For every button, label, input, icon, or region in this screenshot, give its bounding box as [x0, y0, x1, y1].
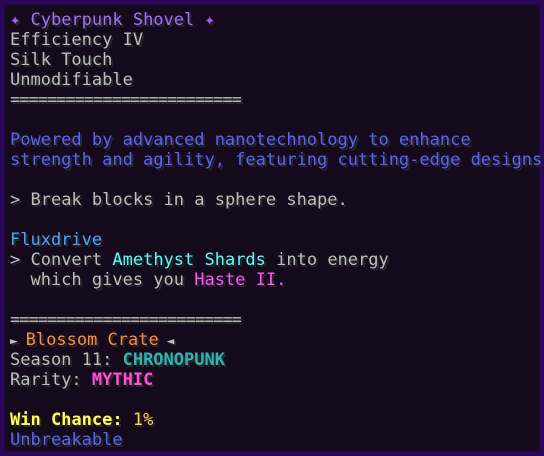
convert-prefix: Convert: [30, 250, 113, 270]
rarity-value: MYTHIC: [91, 370, 154, 390]
win-chance-line: Win Chance: 1%: [10, 410, 153, 430]
convert-suffix: into energy: [265, 250, 389, 270]
description-line-2: strength and agility, featuring cutting-…: [10, 150, 544, 170]
item-tooltip: ✦ Cyberpunk Shovel ✦ Efficiency IV Silk …: [0, 0, 544, 456]
sparkle-icon: ✦: [194, 10, 215, 30]
win-chance-label: Win Chance:: [10, 410, 133, 430]
ability-text: Break blocks in a sphere shape.: [30, 190, 348, 210]
fluxdrive-convert-line: > Convert Amethyst Shards into energy: [10, 250, 389, 270]
gives-prefix: which gives you: [10, 270, 195, 290]
crate-line: ► Blossom Crate ◄: [10, 330, 174, 352]
effect-name: Haste II: [194, 270, 277, 290]
season-line: Season 11: CHRONOPUNK: [10, 350, 225, 370]
separator-top: =========================: [10, 90, 242, 110]
rarity-label: Rarity:: [10, 370, 92, 390]
modifiable-status: Unmodifiable: [10, 70, 133, 90]
season-label: Season 11:: [10, 350, 123, 370]
fluxdrive-effect-line: which gives you Haste II.: [10, 270, 286, 290]
resource-name: Amethyst Shards: [112, 250, 266, 270]
description-line-1: Powered by advanced nanotechnology to en…: [10, 130, 471, 150]
enchantment-efficiency: Efficiency IV: [10, 30, 144, 50]
arrow-left-icon: ◄: [158, 334, 175, 349]
durability-status: Unbreakable: [10, 430, 123, 450]
sparkle-icon: ✦: [10, 10, 31, 30]
rarity-line: Rarity: MYTHIC: [10, 370, 153, 390]
ability-line: > Break blocks in a sphere shape.: [10, 190, 348, 210]
season-name: CHRONOPUNK: [122, 350, 225, 370]
bullet-icon: >: [10, 250, 31, 270]
arrow-right-icon: ►: [10, 334, 26, 349]
win-chance-value: 1%: [132, 410, 154, 430]
enchantment-silk-touch: Silk Touch: [10, 50, 113, 70]
fluxdrive-title: Fluxdrive: [10, 230, 103, 250]
item-name: Cyberpunk Shovel: [30, 10, 195, 30]
item-name-line: ✦ Cyberpunk Shovel ✦: [10, 10, 215, 30]
separator-bottom: =========================: [10, 310, 242, 330]
effect-suffix: .: [276, 270, 287, 290]
bullet-icon: >: [10, 190, 31, 210]
crate-name: Blossom Crate: [25, 330, 159, 350]
